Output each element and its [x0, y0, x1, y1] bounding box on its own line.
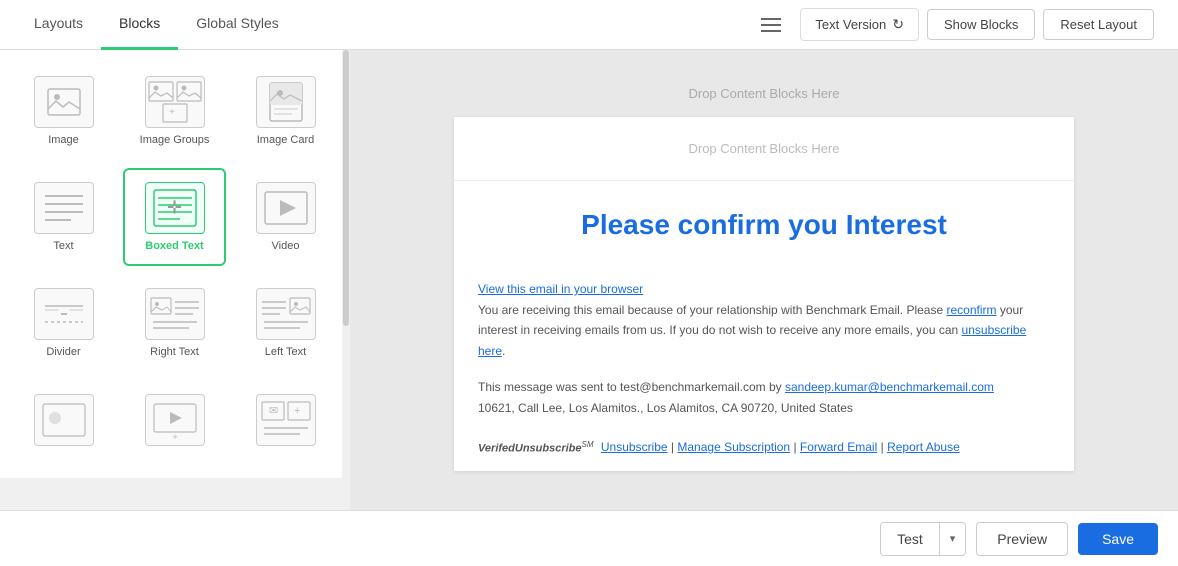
left-panel-wrapper: Image +	[0, 50, 350, 510]
block-item-image[interactable]: Image	[12, 62, 115, 160]
hamburger-line	[761, 24, 781, 26]
email-heading-text: Please confirm you Interest	[478, 209, 1050, 241]
tab-layouts[interactable]: Layouts	[16, 0, 101, 50]
block-item-bottom1[interactable]	[12, 380, 115, 466]
bottom2-block-icon: +	[145, 394, 205, 446]
boxed-text-block-icon: ✛	[145, 182, 205, 234]
image-card-block-icon	[256, 76, 316, 128]
blocks-panel: Image +	[0, 50, 350, 478]
image-block-icon	[34, 76, 94, 128]
tab-global-styles[interactable]: Global Styles	[178, 0, 296, 50]
save-button[interactable]: Save	[1078, 523, 1158, 555]
top-navigation: Layouts Blocks Global Styles Text Versio…	[0, 0, 1178, 50]
footer-links-section: Unsubscribe | Manage Subscription | Forw…	[598, 440, 960, 454]
block-item-video[interactable]: Video	[234, 168, 337, 266]
divider-block-icon	[34, 288, 94, 340]
svg-text:+: +	[294, 405, 300, 417]
reconfirm-paragraph: You are receiving this email because of …	[478, 300, 1050, 361]
view-browser-link[interactable]: View this email in your browser	[478, 282, 643, 296]
panel-scrollbar-thumb	[343, 50, 349, 326]
sent-to-text: This message was sent to test@benchmarke…	[478, 377, 1050, 397]
outer-drop-zone: Drop Content Blocks Here	[454, 70, 1074, 117]
tab-blocks[interactable]: Blocks	[101, 0, 178, 50]
svg-text:+: +	[172, 432, 177, 440]
block-item-boxed-text[interactable]: ✛ Boxed Text	[123, 168, 226, 266]
unsubscribe-link[interactable]: Unsubscribe	[601, 440, 668, 454]
right-text-block-icon	[145, 288, 205, 340]
blocks-grid: Image +	[0, 50, 349, 478]
test-main-button[interactable]: Test	[881, 523, 940, 555]
email-sent-to-section: This message was sent to test@benchmarke…	[454, 369, 1074, 430]
preview-button[interactable]: Preview	[976, 522, 1068, 556]
panel-scrollbar[interactable]	[342, 50, 350, 510]
unsubscribe-service-text: Unsubscribe	[515, 443, 582, 455]
text-block-icon	[34, 182, 94, 234]
svg-text:+: +	[169, 107, 175, 118]
block-item-text[interactable]: Text	[12, 168, 115, 266]
text-version-button[interactable]: Text Version ↻	[800, 8, 919, 41]
show-blocks-button[interactable]: Show Blocks	[927, 9, 1035, 40]
block-item-bottom2[interactable]: +	[123, 380, 226, 466]
reset-layout-button[interactable]: Reset Layout	[1043, 9, 1154, 40]
block-item-right-text[interactable]: Right Text	[123, 274, 226, 372]
hamburger-line	[761, 18, 781, 20]
sm-superscript: SM	[582, 440, 594, 449]
block-item-left-text[interactable]: Left Text	[234, 274, 337, 372]
forward-email-link[interactable]: Forward Email	[800, 440, 877, 454]
left-text-block-icon	[256, 288, 316, 340]
main-area: Image +	[0, 50, 1178, 510]
canvas-area: Drop Content Blocks Here Drop Content Bl…	[350, 50, 1178, 510]
refresh-icon: ↻	[892, 16, 904, 33]
bottom-bar: Test ▾ Preview Save	[0, 510, 1178, 566]
bottom1-block-icon	[34, 394, 94, 446]
report-abuse-link[interactable]: Report Abuse	[887, 440, 960, 454]
svg-text:✉: ✉	[269, 405, 278, 417]
bottom3-block-icon: ✉ +	[256, 394, 316, 446]
hamburger-line	[761, 30, 781, 32]
test-dropdown-arrow[interactable]: ▾	[940, 524, 966, 553]
block-item-image-groups[interactable]: + Image Groups	[123, 62, 226, 160]
sender-email-link[interactable]: sandeep.kumar@benchmarkemail.com	[785, 380, 994, 394]
email-view-browser-section: View this email in your browser You are …	[454, 269, 1074, 369]
verified-text: Verifed	[478, 443, 515, 455]
hamburger-menu-button[interactable]	[754, 8, 788, 42]
video-block-icon	[256, 182, 316, 234]
test-button-group[interactable]: Test ▾	[880, 522, 966, 556]
reconfirm-link[interactable]: reconfirm	[946, 303, 996, 317]
address-text: 10621, Call Lee, Los Alamitos., Los Alam…	[478, 398, 1050, 418]
block-item-image-card[interactable]: Image Card	[234, 62, 337, 160]
email-verified-section: VerifedUnsubscribeSM Unsubscribe | Manag…	[454, 430, 1074, 471]
manage-subscription-link[interactable]: Manage Subscription	[677, 440, 790, 454]
image-groups-block-icon: +	[145, 76, 205, 128]
inner-drop-zone: Drop Content Blocks Here	[454, 117, 1074, 181]
verified-logo: VerifedUnsubscribeSM	[478, 440, 594, 455]
block-item-bottom3[interactable]: ✉ +	[234, 380, 337, 466]
block-item-divider[interactable]: Divider	[12, 274, 115, 372]
email-heading-section: Please confirm you Interest	[454, 181, 1074, 269]
email-container: Drop Content Blocks Here Please confirm …	[454, 117, 1074, 471]
